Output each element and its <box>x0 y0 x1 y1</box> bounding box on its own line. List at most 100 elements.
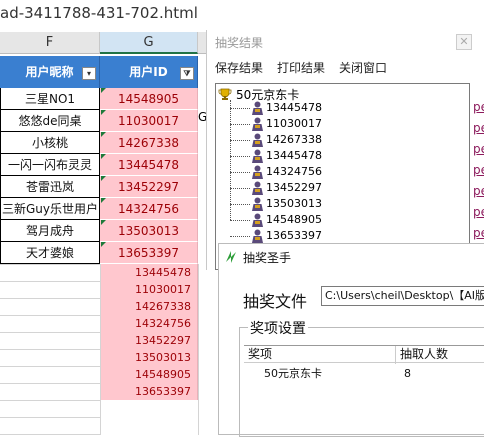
user-id-cell[interactable]: 13452297 <box>100 176 198 198</box>
count-cell[interactable]: 8 <box>404 366 411 382</box>
user-icon <box>252 101 263 115</box>
result-id-cell[interactable]: 14324756 <box>100 315 198 332</box>
winner-node[interactable]: 13452297 <box>230 180 322 196</box>
menu-print-results[interactable]: 打印结果 <box>277 59 325 76</box>
winner-id: 11030017 <box>266 117 322 130</box>
gridline <box>0 264 100 265</box>
tree-branch <box>230 155 250 157</box>
prize-table-header: 奖项 抽取人数 <box>244 345 484 364</box>
result-id-cell[interactable]: 13452297 <box>100 332 198 349</box>
tree-branch <box>230 219 250 221</box>
nickname-cell[interactable]: 驾月成舟 <box>0 220 100 242</box>
filter-dropdown-icon[interactable]: ▾ <box>82 67 96 80</box>
winner-id: 14548905 <box>266 213 322 226</box>
winner-node[interactable]: 14548905 <box>230 212 322 228</box>
winner-id: 13445478 <box>266 101 322 114</box>
error-indicator-icon <box>101 110 106 115</box>
winner-node[interactable]: 13445478 <box>230 100 322 116</box>
col-prize[interactable]: 奖项 <box>244 346 396 364</box>
user-id-cell[interactable]: 13445478 <box>100 154 198 176</box>
tree-branch <box>230 107 250 109</box>
winner-node[interactable]: 11030017 <box>230 116 322 132</box>
nickname-cell[interactable]: 苍雷迅岚 <box>0 176 100 198</box>
group-title: 奖项设置 <box>248 318 308 338</box>
file-path-field[interactable]: C:\Users\cheil\Desktop\【AI版抽 <box>321 286 484 306</box>
result-id-cell[interactable]: 13653397 <box>100 383 198 400</box>
user-id-cell[interactable]: 11030017 <box>100 110 198 132</box>
file-title: ad-3411788-431-702.html <box>0 4 198 22</box>
side-link[interactable]: pe <box>473 121 484 142</box>
result-id-cell[interactable]: 14548905 <box>100 366 198 383</box>
tree-branch <box>230 171 250 173</box>
column-header-f[interactable]: F <box>0 32 100 54</box>
tree-branch <box>230 203 250 205</box>
winner-id: 13653397 <box>266 229 322 242</box>
gridline <box>0 315 100 316</box>
results-menubar: 保存结果 打印结果 关闭窗口 <box>207 56 484 78</box>
winner-node[interactable]: 14267338 <box>230 132 322 148</box>
user-icon <box>252 229 263 243</box>
user-icon <box>252 197 263 211</box>
nickname-cell[interactable]: 三星NO1 <box>0 88 100 110</box>
gridline <box>100 264 101 435</box>
result-id-cell[interactable]: 13503013 <box>100 349 198 366</box>
user-icon <box>252 213 263 227</box>
results-window-title: 抽奖结果 <box>215 36 264 50</box>
user-id-cell[interactable]: 13653397 <box>100 242 198 264</box>
side-link[interactable]: pe <box>473 205 484 226</box>
close-icon[interactable]: ✕ <box>456 34 472 50</box>
nickname-cell[interactable]: 悠悠de同桌 <box>0 110 100 132</box>
col-count[interactable]: 抽取人数 <box>396 346 484 364</box>
gridline <box>0 298 100 299</box>
error-indicator-icon <box>101 132 106 137</box>
winner-node[interactable]: 14324756 <box>230 164 322 180</box>
column-header-g[interactable]: G <box>100 32 198 54</box>
winner-id: 13445478 <box>266 149 322 162</box>
error-indicator-icon <box>101 242 106 247</box>
tree-branch <box>230 139 250 141</box>
gridline <box>0 400 100 401</box>
error-indicator-icon <box>101 88 106 93</box>
user-id-cell[interactable]: 14267338 <box>100 132 198 154</box>
tree-branch <box>230 123 250 125</box>
user-id-cell[interactable]: 14324756 <box>100 198 198 220</box>
prize-cell[interactable]: 50元京东卡 <box>264 366 322 382</box>
menu-close-window[interactable]: 关闭窗口 <box>339 59 387 76</box>
winner-node[interactable]: 13445478 <box>230 148 322 164</box>
error-indicator-icon <box>101 176 106 181</box>
side-link[interactable]: pe <box>473 100 484 121</box>
app-icon <box>223 249 239 265</box>
side-link[interactable]: pe <box>473 163 484 184</box>
user-icon <box>252 117 263 131</box>
main-window-title: 抽奖圣手 <box>243 251 292 265</box>
nickname-cell[interactable]: 一闪一闪布灵灵 <box>0 154 100 176</box>
header-nickname: 用户昵称 ▾ <box>0 56 100 88</box>
filter-active-icon[interactable]: ⧩ <box>180 67 194 80</box>
tree-branch <box>230 235 250 237</box>
gridline <box>198 264 199 435</box>
tree-branch <box>230 187 250 189</box>
user-id-cell[interactable]: 14548905 <box>100 88 198 110</box>
user-icon <box>252 165 263 179</box>
error-indicator-icon <box>101 198 106 203</box>
result-id-cell[interactable]: 13445478 <box>100 264 198 281</box>
side-link[interactable]: pe <box>473 184 484 205</box>
user-icon <box>252 181 263 195</box>
nickname-cell[interactable]: 天才婆娘 <box>0 242 100 264</box>
side-links: pepepepepepepe <box>473 100 484 247</box>
nickname-cell[interactable]: 三新Guy乐世用户 <box>0 198 100 220</box>
winner-node[interactable]: 13503013 <box>230 196 322 212</box>
result-id-cell[interactable]: 11030017 <box>100 281 198 298</box>
gridline <box>0 366 100 367</box>
nickname-cell[interactable]: 小核桃 <box>0 132 100 154</box>
result-id-cell[interactable]: 14267338 <box>100 298 198 315</box>
user-id-cell[interactable]: 13503013 <box>100 220 198 242</box>
winner-node[interactable]: 13653397 <box>230 228 322 244</box>
winner-id: 14324756 <box>266 165 322 178</box>
side-link[interactable]: pe <box>473 142 484 163</box>
file-label: 抽奖文件 <box>243 292 308 311</box>
gridline <box>0 281 100 282</box>
error-indicator-icon <box>101 220 106 225</box>
menu-save-results[interactable]: 保存结果 <box>215 59 263 76</box>
results-tree[interactable]: 50元京东卡 13445478 11030017 14267338 13445478 1… <box>215 83 470 270</box>
